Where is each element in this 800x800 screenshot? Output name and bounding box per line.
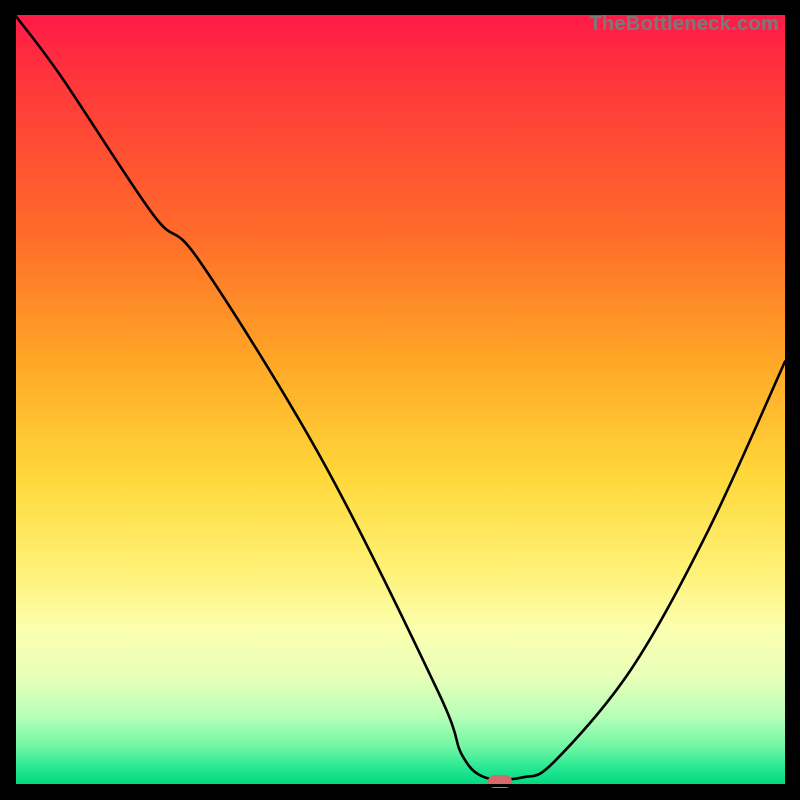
y-axis bbox=[13, 15, 16, 787]
chart-frame: TheBottleneck.com bbox=[15, 15, 785, 785]
bottleneck-curve bbox=[15, 15, 785, 785]
watermark-text: TheBottleneck.com bbox=[589, 13, 779, 36]
x-axis bbox=[15, 784, 787, 787]
